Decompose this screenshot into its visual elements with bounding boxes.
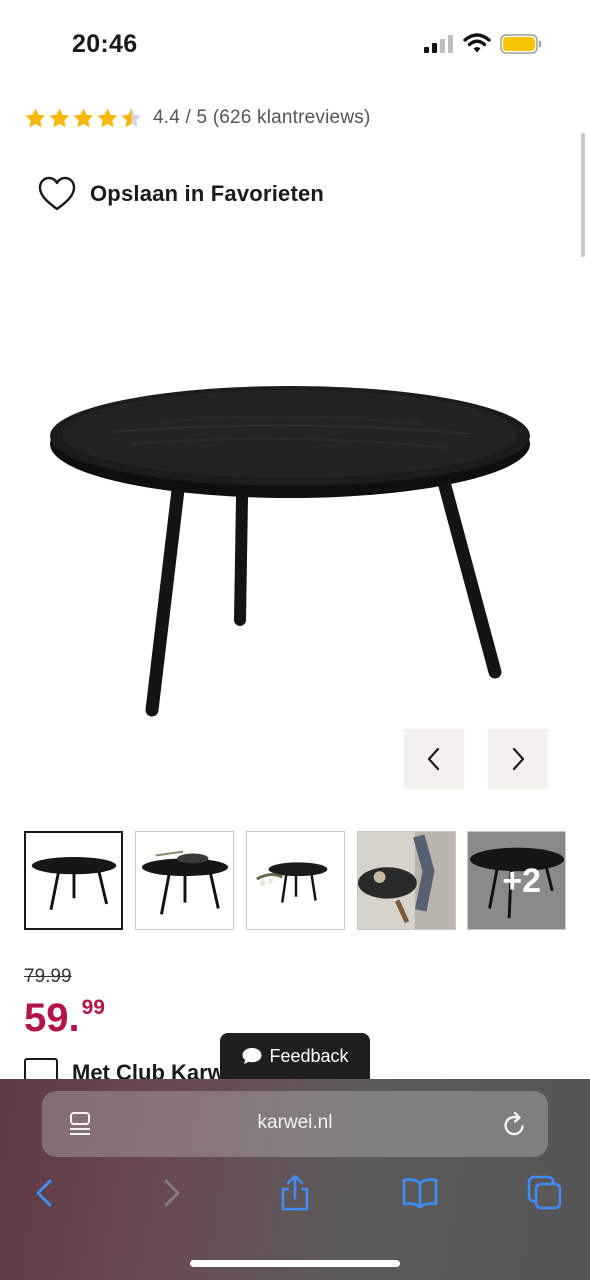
forward-button[interactable] [152,1173,192,1213]
rating-summary[interactable]: 4.4 / 5 (626 klantreviews) [24,104,370,132]
star-full-icon [25,107,46,127]
wifi-icon [463,33,491,53]
address-bar[interactable]: karwei.nl [42,1091,548,1157]
product-image[interactable] [40,370,540,720]
rating-text: 4.4 / 5 (626 klantreviews) [153,107,371,128]
battery-icon [500,34,542,54]
chevron-right-icon [512,747,525,771]
tabs-button[interactable] [525,1173,565,1213]
chat-bubble-icon [242,1048,262,1064]
price-cents: 99 [81,996,105,1019]
thumbnail-strip: +2 [24,831,566,930]
chevron-right-icon [164,1179,180,1207]
thumbnail-more[interactable]: +2 [467,831,566,930]
table-thumbnail-image [31,856,117,911]
gallery-prev-button[interactable] [404,729,464,789]
thumbnail-3[interactable] [246,831,345,930]
table-decor-thumbnail-image [141,850,229,915]
feedback-button[interactable]: Feedback [220,1033,370,1079]
table-plant-thumbnail-image [256,862,328,903]
home-indicator [190,1260,400,1267]
cellular-signal-icon [424,35,453,53]
more-images-count: +2 [502,862,541,900]
current-price: 59. 99 [24,994,105,1042]
gallery-next-button[interactable] [488,729,548,789]
old-price: 79.99 [24,966,72,987]
thumbnail-2[interactable] [135,831,234,930]
price-main: 59. [24,996,80,1040]
lifestyle-thumbnail-image [358,832,455,929]
star-rating [24,107,143,130]
status-time: 20:46 [72,30,138,58]
browser-toolbar: karwei.nl [0,1079,590,1280]
star-half-icon [121,107,142,127]
browser-nav-toolbar [0,1171,590,1221]
save-favorite-button[interactable]: Opslaan in Favorieten [38,176,324,212]
share-button[interactable] [275,1173,315,1213]
chevron-left-icon [36,1179,52,1207]
star-full-icon [49,107,70,127]
star-full-icon [73,107,94,127]
book-icon [402,1178,438,1209]
page-scrollbar[interactable] [581,133,585,257]
reload-icon[interactable] [502,1110,528,1138]
share-icon [281,1174,309,1211]
thumbnail-4[interactable] [357,831,456,930]
thumbnail-1[interactable] [24,831,123,930]
feedback-label: Feedback [269,1045,349,1066]
tabs-icon [527,1175,562,1210]
url-text: karwei.nl [257,1112,333,1133]
status-bar: 20:46 [0,0,590,90]
back-button[interactable] [24,1173,64,1213]
heart-icon [38,176,76,211]
bookmarks-button[interactable] [400,1173,440,1213]
chevron-left-icon [427,747,440,771]
save-favorite-label: Opslaan in Favorieten [90,181,325,206]
star-full-icon [97,107,118,127]
